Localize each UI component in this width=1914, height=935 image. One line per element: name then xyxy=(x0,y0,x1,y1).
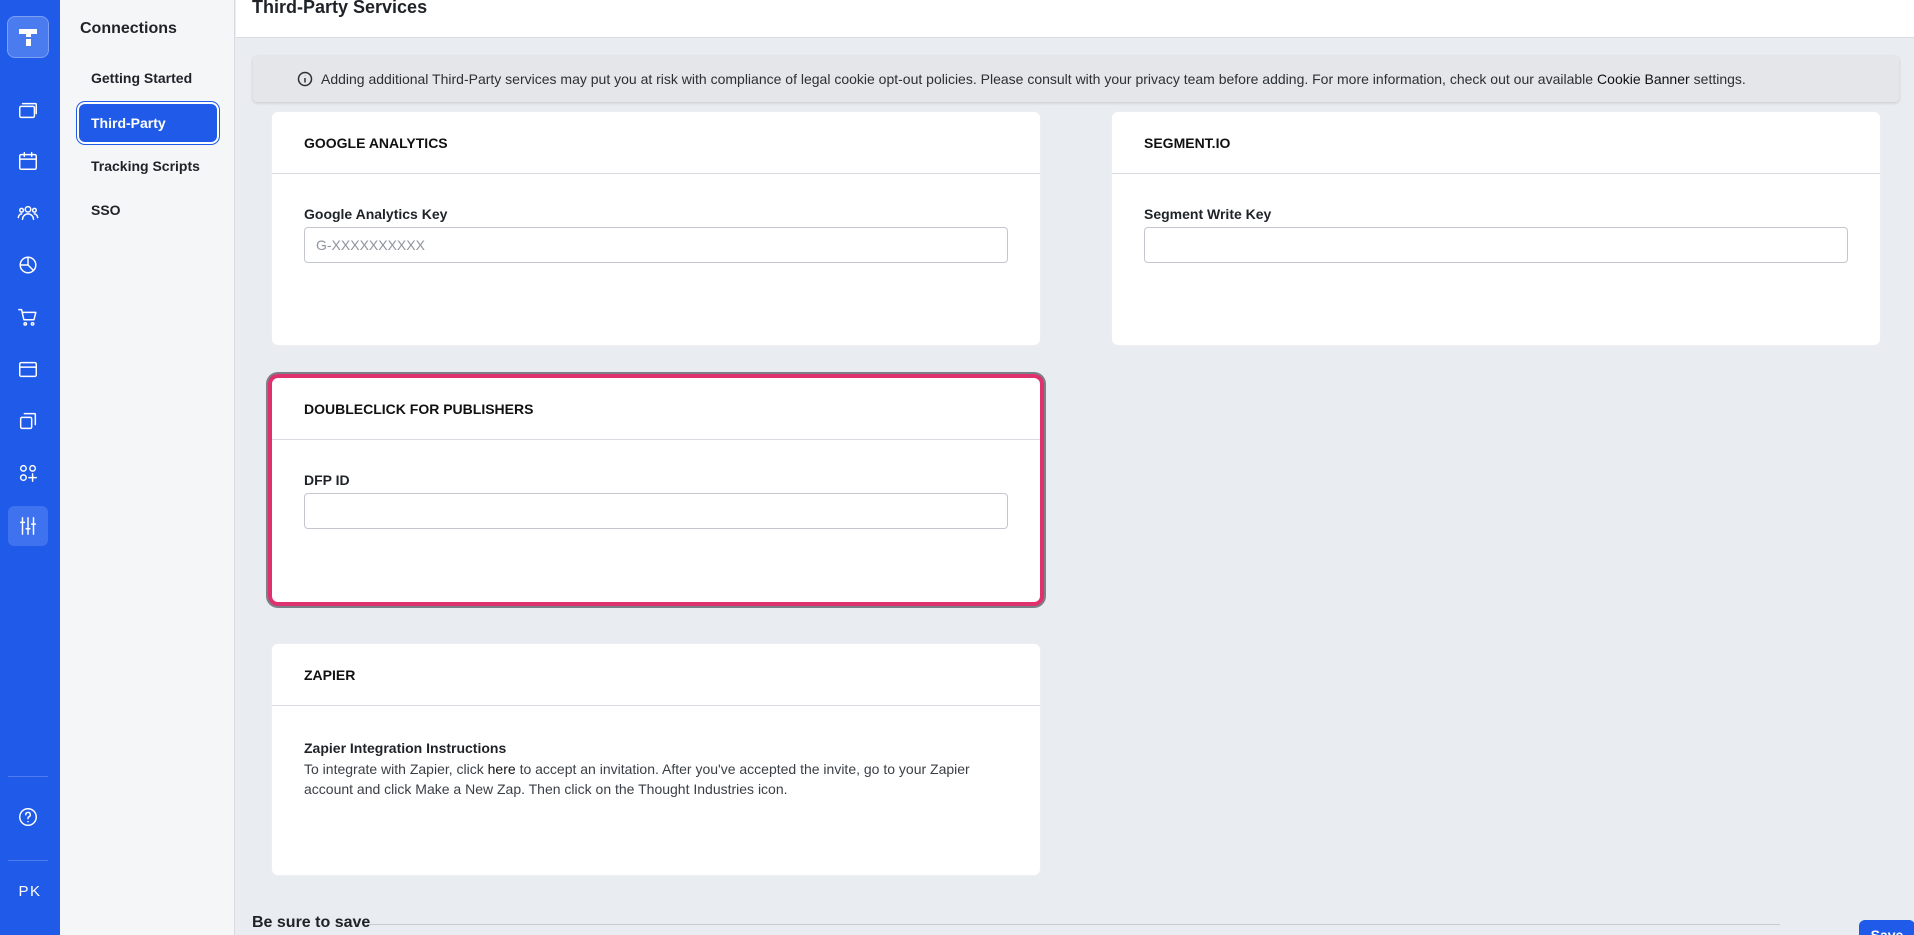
window-icon[interactable] xyxy=(8,349,48,389)
cookie-banner-link[interactable]: Cookie Banner xyxy=(1597,71,1690,87)
zapier-card: ZAPIER Zapier Integration Instructions T… xyxy=(272,644,1040,875)
alert-text-end: settings. xyxy=(1693,71,1746,87)
nav-title: Connections xyxy=(80,20,177,37)
copy-icon[interactable] xyxy=(8,401,48,441)
settings-sliders-icon[interactable] xyxy=(8,506,48,546)
page-title: Third-Party Services xyxy=(252,0,428,17)
cart-icon[interactable] xyxy=(8,297,48,337)
reports-icon[interactable] xyxy=(8,245,48,285)
save-divider xyxy=(370,924,1780,925)
card-title: SEGMENT.IO xyxy=(1112,112,1880,174)
info-icon xyxy=(297,71,313,87)
nav-item-sso[interactable]: SSO xyxy=(79,191,217,229)
nav-item-getting-started[interactable]: Getting Started xyxy=(79,59,217,97)
zapier-instructions-title: Zapier Integration Instructions xyxy=(304,740,507,756)
save-reminder: Be sure to save xyxy=(252,914,371,931)
zapier-invite-link[interactable]: here xyxy=(488,761,516,777)
zapier-text-start: To integrate with Zapier, click xyxy=(304,761,484,777)
alert-text: Adding additional Third-Party services m… xyxy=(321,71,1594,87)
field-label: Segment Write Key xyxy=(1144,206,1272,222)
calendar-icon[interactable] xyxy=(8,141,48,181)
dfp-id-input[interactable] xyxy=(304,493,1008,529)
field-label: DFP ID xyxy=(304,472,350,488)
rail-divider xyxy=(8,776,48,777)
apps-icon[interactable] xyxy=(8,453,48,493)
main-content: Third-Party Services Adding additional T… xyxy=(236,0,1914,935)
segment-card: SEGMENT.IO Segment Write Key xyxy=(1112,112,1880,345)
save-bar: Be sure to save Save xyxy=(252,914,1914,935)
rail-divider xyxy=(8,860,48,861)
save-button[interactable]: Save xyxy=(1859,920,1914,935)
users-icon[interactable] xyxy=(8,193,48,233)
nav-item-third-party[interactable]: Third-Party xyxy=(79,104,217,142)
user-initials[interactable]: PK xyxy=(0,883,60,900)
courses-icon[interactable] xyxy=(8,90,48,130)
doubleclick-card: DOUBLECLICK FOR PUBLISHERS DFP ID xyxy=(272,378,1040,602)
help-icon[interactable] xyxy=(8,797,48,837)
logo-icon[interactable] xyxy=(7,16,49,58)
card-title: ZAPIER xyxy=(272,644,1040,706)
card-title: GOOGLE ANALYTICS xyxy=(272,112,1040,174)
google-analytics-key-input[interactable] xyxy=(304,227,1008,263)
field-label: Google Analytics Key xyxy=(304,206,448,222)
nav-item-tracking-scripts[interactable]: Tracking Scripts xyxy=(79,147,217,185)
zapier-instructions-text: To integrate with Zapier, click here to … xyxy=(304,759,994,799)
card-title: DOUBLECLICK FOR PUBLISHERS xyxy=(272,378,1040,440)
segment-write-key-input[interactable] xyxy=(1144,227,1848,263)
connections-nav: Connections Getting Started Third-Party … xyxy=(60,0,235,935)
cookie-warning-alert: Adding additional Third-Party services m… xyxy=(253,56,1899,102)
icon-rail: PK xyxy=(0,0,60,935)
google-analytics-card: GOOGLE ANALYTICS Google Analytics Key xyxy=(272,112,1040,345)
page-header: Third-Party Services xyxy=(236,0,1914,38)
